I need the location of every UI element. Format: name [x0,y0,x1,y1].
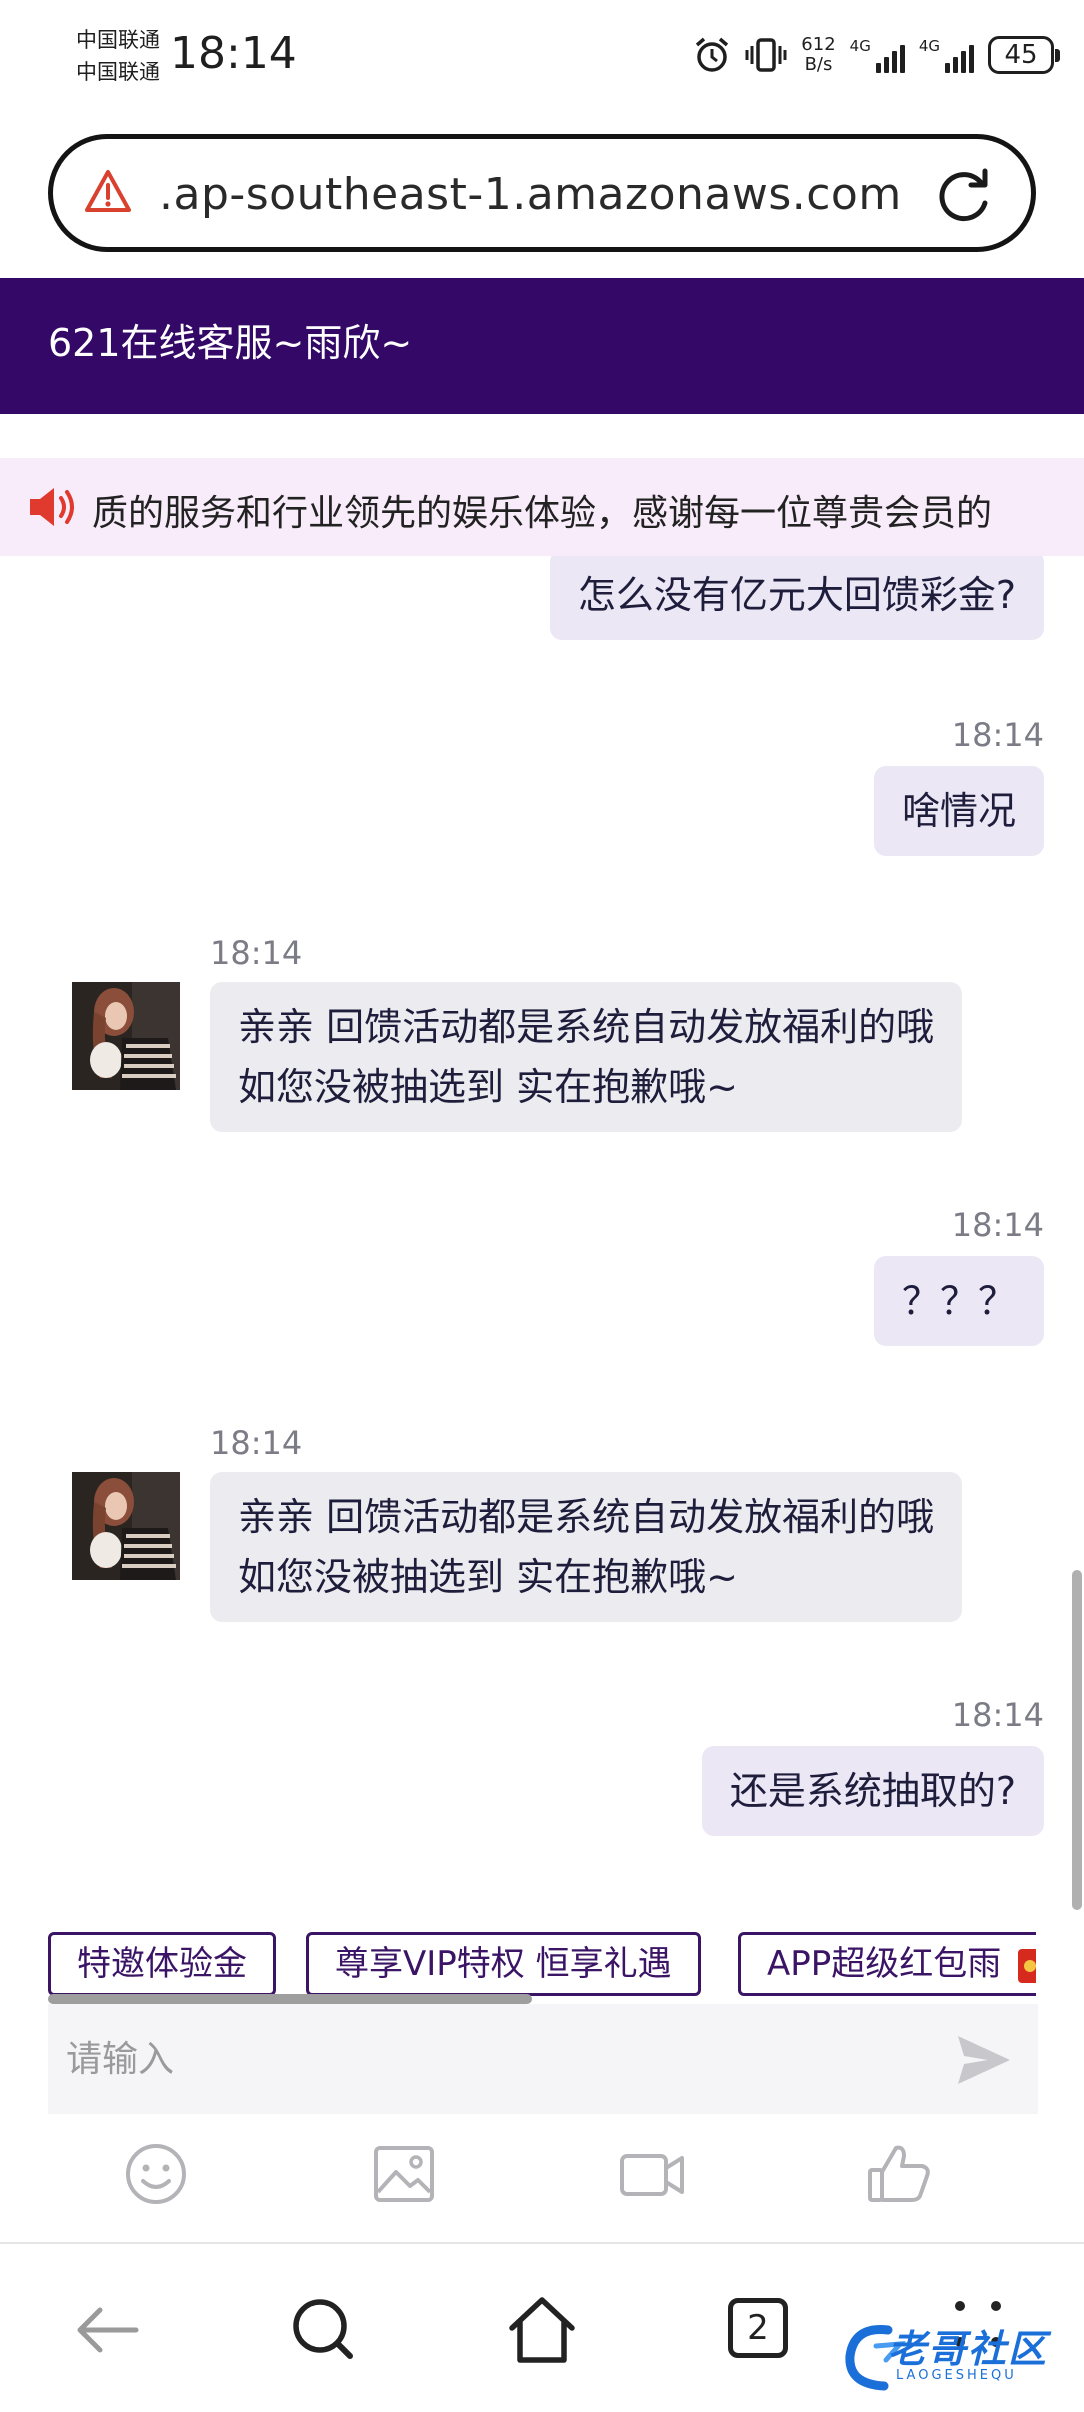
address-bar[interactable]: .ap-southeast-1.amazonaws.com [48,134,1036,252]
message-timestamp: 18:14 [210,1424,303,1462]
message-timestamp: 18:14 [951,1206,1044,1244]
image-icon[interactable] [368,2138,440,2210]
battery-icon: 45 [988,36,1060,74]
page-scrollbar[interactable] [1072,1570,1082,1910]
signal-2-icon: 4G [919,37,974,73]
reload-icon[interactable] [933,163,995,225]
quick-reply-label: APP超级红包雨 [767,1944,1002,1984]
site-watermark: 老哥社区 LAOGESHEQU [840,2310,1070,2400]
quick-reply-chip[interactable]: 尊享VIP特权 恒享礼遇 [306,1932,701,1996]
message-text: ？？？ [901,1279,1016,1323]
message-text-line: 如您没被抽选到 实在抱歉哦~ [238,1555,738,1599]
chat-header: 621在线客服~雨欣~ [0,278,1084,414]
announcement-text: 质的服务和行业领先的娱乐体验，感谢每一位尊贵会员的 [92,493,993,534]
search-icon[interactable] [286,2292,362,2368]
composer [48,2004,1038,2114]
tab-count: 2 [728,2298,788,2358]
speaker-icon [30,488,74,526]
carrier-2: 中国联通 [76,60,160,84]
quick-reply-bar[interactable]: 特邀体验金 尊享VIP特权 恒享礼遇 APP超级红包雨 [48,1930,1036,2004]
agent-avatar [72,982,180,1090]
composer-tools [0,2130,1084,2220]
network-type-2: 4G [918,37,940,55]
send-icon[interactable] [954,2030,1014,2090]
network-type-1: 4G [849,37,871,55]
carrier-1: 中国联通 [76,28,160,52]
quick-reply-scrollbar[interactable] [48,1994,532,2004]
message-timestamp: 18:14 [951,716,1044,754]
message-text-line: 亲亲 回馈活动都是系统自动发放福利的哦 [238,1005,935,1049]
url-text[interactable]: .ap-southeast-1.amazonaws.com [159,169,902,220]
message-text-line: 亲亲 回馈活动都是系统自动发放福利的哦 [238,1495,935,1539]
status-icons: 612 B/s 4G 4G 45 [693,30,1060,80]
message-text: 怎么没有亿元大回馈彩金? [577,573,1016,617]
watermark-text: 老哥社区 [888,2327,1049,2371]
message-timestamp: 18:14 [210,934,303,972]
emoji-icon[interactable] [120,2138,192,2210]
vibrate-icon [745,38,787,72]
agent-avatar-image [72,1472,180,1580]
quick-reply-chip[interactable]: 特邀体验金 [48,1932,276,1996]
message-bubble-sent: 怎么没有亿元大回馈彩金? [549,556,1044,640]
signal-1-icon: 4G [850,37,905,73]
net-speed-unit: B/s [804,54,833,75]
message-timestamp: 18:14 [951,1696,1044,1734]
net-speed: 612 B/s [801,35,835,75]
message-input[interactable] [48,2004,928,2114]
back-icon[interactable] [70,2292,146,2368]
announcement-banner: 质的服务和行业领先的娱乐体验，感谢每一位尊贵会员的 [0,458,1084,556]
quick-reply-chip[interactable]: APP超级红包雨 [738,1932,1036,1996]
clock: 18:14 [170,28,297,79]
agent-avatar-image [72,982,180,1090]
message-text: 啥情况 [901,789,1016,833]
message-bubble-received: 亲亲 回馈活动都是系统自动发放福利的哦 如您没被抽选到 实在抱歉哦~ [210,982,963,1132]
thumbs-up-icon[interactable] [864,2138,936,2210]
video-icon[interactable] [616,2138,688,2210]
tabs-button[interactable]: 2 [728,2298,790,2360]
carrier-labels: 中国联通 中国联通 [76,24,160,88]
net-speed-value: 612 [801,34,836,55]
message-bubble-sent: 还是系统抽取的? [701,1746,1044,1836]
message-list[interactable]: 怎么没有亿元大回馈彩金? 18:14 啥情况 18:14 亲亲 回馈活动都是系统… [0,556,1084,1926]
message-text: 还是系统抽取的? [729,1769,1016,1813]
home-icon[interactable] [504,2292,580,2368]
message-bubble-sent: ？？？ [873,1256,1044,1346]
warning-icon[interactable] [83,167,133,217]
message-bubble-sent: 啥情况 [873,766,1044,856]
chat-title: 621在线客服~雨欣~ [48,321,413,365]
alarm-icon [696,37,729,72]
status-bar: 中国联通 中国联通 18:14 612 B/s 4G 4G 45 [0,0,1084,120]
agent-avatar [72,1472,180,1580]
watermark-subtext: LAOGESHEQU [896,2368,1017,2383]
message-text-line: 如您没被抽选到 实在抱歉哦~ [238,1065,738,1109]
message-bubble-received: 亲亲 回馈活动都是系统自动发放福利的哦 如您没被抽选到 实在抱歉哦~ [210,1472,963,1622]
red-envelope-icon [1018,1948,1036,1983]
